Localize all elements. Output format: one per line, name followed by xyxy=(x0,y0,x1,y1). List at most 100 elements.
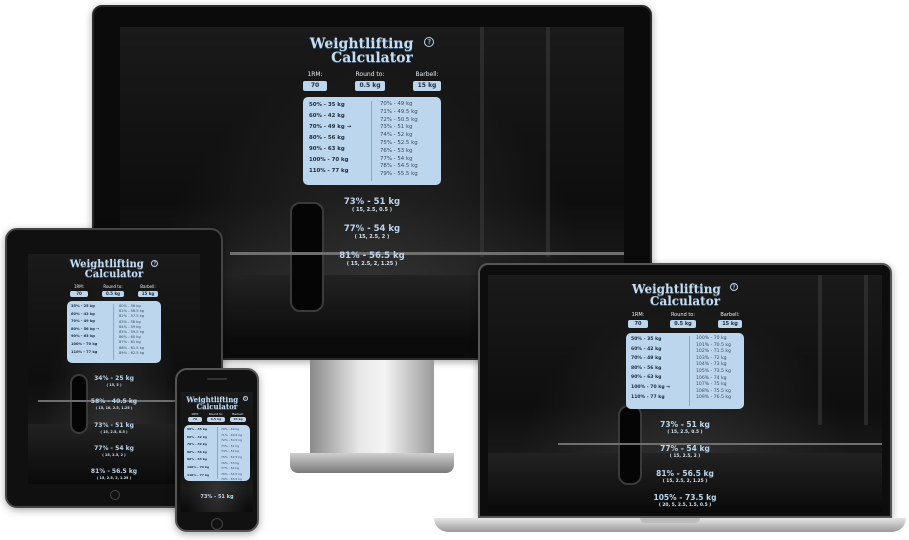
fine-percent-item[interactable]: 76% - 53 kg xyxy=(221,461,242,465)
coarse-percent-item[interactable]: 110% - 77 kg xyxy=(71,350,113,354)
phone-home-button[interactable] xyxy=(211,518,223,530)
phone-device: Weightlifting ? Calculator 1RM: 70 Round… xyxy=(175,368,259,532)
fine-percent-item[interactable]: 77% - 54 kg xyxy=(221,466,242,470)
orm-label: 1RM: xyxy=(191,412,199,416)
fine-percent-item[interactable]: 71% - 49.5 kg xyxy=(380,109,418,115)
fine-percent-item[interactable]: 107% - 75 kg xyxy=(696,382,731,387)
fine-percent-item[interactable]: 78% - 54.5 kg xyxy=(380,163,418,169)
fine-percent-item[interactable]: 72% - 50.5 kg xyxy=(221,438,242,442)
question-circle-icon[interactable]: ? xyxy=(151,260,159,267)
coarse-percent-item[interactable]: 100% - 70 kg xyxy=(187,465,217,469)
coarse-percent-item[interactable]: 110% - 77 kg xyxy=(187,473,217,477)
question-circle-icon[interactable]: ? xyxy=(242,396,248,401)
fine-percent-item[interactable]: 76% - 53 kg xyxy=(380,148,418,154)
round-select[interactable]: 0.5 kg xyxy=(102,291,124,297)
result-plate-breakdown: ( 15, 2.5, 2 ) xyxy=(354,233,390,240)
fine-percent-item[interactable]: 108% - 75.5 kg xyxy=(696,389,731,394)
fine-percent-item[interactable]: 70% - 49 kg xyxy=(221,427,242,431)
fine-percent-item[interactable]: 105% - 73.5 kg xyxy=(696,369,731,374)
fine-percent-item[interactable]: 88% - 61.5 kg xyxy=(119,346,144,350)
coarse-percent-item[interactable]: 100% - 70 kg xyxy=(71,342,113,346)
fine-percent-item[interactable]: 74% - 52 kg xyxy=(221,449,242,453)
fine-percent-item[interactable]: 73% - 51 kg xyxy=(380,124,418,130)
round-select[interactable]: 0.5 kg xyxy=(355,81,385,91)
coarse-percent-item[interactable]: 80% - 56 kg → xyxy=(71,327,113,331)
coarse-percent-item[interactable]: 70% - 49 kg xyxy=(71,319,113,323)
coarse-percent-item[interactable]: 50% - 35 kg xyxy=(187,427,217,431)
coarse-percent-item[interactable]: 100% - 70 kg → xyxy=(631,385,689,390)
coarse-percent-item[interactable]: 70% - 49 kg → xyxy=(309,124,371,130)
coarse-percent-item[interactable]: 70% - 49 kg xyxy=(187,442,217,446)
tablet-home-button[interactable] xyxy=(110,490,120,500)
coarse-percent-item[interactable]: 90% - 63 kg xyxy=(71,334,113,338)
barbell-select[interactable]: 15 kg xyxy=(230,417,246,422)
coarse-percent-item[interactable]: 90% - 63 kg xyxy=(187,457,217,461)
result-item: 73% - 51 kg( 15, 2.5, 0.5 ) xyxy=(91,414,137,434)
fine-percent-item[interactable]: 78% - 54.5 kg xyxy=(221,472,242,476)
coarse-percent-item[interactable]: 60% - 42 kg xyxy=(71,312,113,316)
fine-percent-item[interactable]: 70% - 49 kg xyxy=(380,101,418,107)
result-plate-breakdown: ( 15, 2.5, 2 ) xyxy=(102,452,126,457)
coarse-percent-item[interactable]: 80% - 56 kg xyxy=(631,366,689,371)
orm-label: 1RM: xyxy=(631,312,645,318)
coarse-percent-item[interactable]: 50% - 35 kg xyxy=(309,102,371,108)
coarse-percent-item[interactable]: 90% - 63 kg xyxy=(631,375,689,380)
result-item: 58% - 40.5 kg( 15, 10, 2.5, 1.25 ) xyxy=(91,390,137,410)
orm-input[interactable]: 70 xyxy=(188,417,202,422)
fine-percent-item[interactable]: 79% - 55.5 kg xyxy=(380,171,418,177)
fine-percent-item[interactable]: 89% - 62.5 kg xyxy=(119,351,144,355)
fine-percent-item[interactable]: 103% - 72 kg xyxy=(696,356,731,361)
question-circle-icon[interactable]: ? xyxy=(730,283,739,291)
fine-percent-item[interactable]: 101% - 70.5 kg xyxy=(696,343,731,348)
result-plate-breakdown: ( 15, 2.5, 2, 1.25 ) xyxy=(346,260,398,267)
orm-input[interactable]: 70 xyxy=(628,320,648,328)
fine-percent-item[interactable]: 72% - 50.5 kg xyxy=(380,117,418,123)
round-label: Round to: xyxy=(208,412,224,416)
fine-percent-item[interactable]: 79% - 55.5 kg xyxy=(221,477,242,481)
fine-percent-item[interactable]: 109% - 76.5 kg xyxy=(696,395,731,400)
fine-percent-item[interactable]: 71% - 49.5 kg xyxy=(221,433,242,437)
fine-percent-item[interactable]: 86% - 60 kg xyxy=(119,335,144,339)
fine-percent-item[interactable]: 80% - 56 kg xyxy=(119,304,144,308)
fine-percent-item[interactable]: 100% - 70 kg xyxy=(696,336,731,341)
fine-percent-item[interactable]: 102% - 71.5 kg xyxy=(696,349,731,354)
fine-percent-item[interactable]: 84% - 59 kg xyxy=(119,325,144,329)
fine-percent-item[interactable]: 74% - 52 kg xyxy=(380,132,418,138)
barbell-control: Barbell: 15 kg xyxy=(138,284,158,297)
fine-percent-item[interactable]: 77% - 54 kg xyxy=(380,156,418,162)
coarse-percent-item[interactable]: 60% - 42 kg xyxy=(631,347,689,352)
coarse-percent-item[interactable]: 50% - 35 kg xyxy=(631,337,689,342)
round-select[interactable]: 0.5 kg xyxy=(207,417,225,422)
orm-input[interactable]: 70 xyxy=(70,291,88,297)
fine-percent-item[interactable]: 83% - 58 kg xyxy=(119,320,144,324)
coarse-percent-item[interactable]: 60% - 42 kg xyxy=(187,435,217,439)
coarse-percent-item[interactable]: 110% - 77 kg xyxy=(309,168,371,174)
fine-percent-item[interactable]: 75% - 52.5 kg xyxy=(221,455,242,459)
question-circle-icon[interactable]: ? xyxy=(424,37,435,47)
result-percent-weight: 77% - 54 kg xyxy=(660,444,710,454)
fine-percent-item[interactable]: 85% - 59.5 kg xyxy=(119,330,144,334)
fine-percent-item[interactable]: 81% - 56.5 kg xyxy=(119,309,144,313)
coarse-percent-item[interactable]: 100% - 70 kg xyxy=(309,157,371,163)
coarse-percent-item[interactable]: 60% - 42 kg xyxy=(309,113,371,119)
barbell-select[interactable]: 15 kg xyxy=(138,291,158,297)
barbell-select[interactable]: 15 kg xyxy=(718,320,742,328)
fine-percent-item[interactable]: 104% - 73 kg xyxy=(696,362,731,367)
fine-percent-item[interactable]: 73% - 51 kg xyxy=(221,444,242,448)
fine-percent-item[interactable]: 75% - 52.5 kg xyxy=(380,140,418,146)
barbell-select[interactable]: 15 kg xyxy=(413,81,441,91)
result-percent-weight: 73% - 51 kg xyxy=(200,494,234,500)
phone-speaker xyxy=(207,378,227,380)
result-item: 81% - 56.5 kg( 15, 2.5, 2, 1.25 ) xyxy=(91,460,137,480)
coarse-percent-item[interactable]: 80% - 56 kg xyxy=(187,450,217,454)
coarse-percent-item[interactable]: 110% - 77 kg xyxy=(631,395,689,400)
fine-percent-item[interactable]: 106% - 74 kg xyxy=(696,376,731,381)
coarse-percent-item[interactable]: 70% - 49 kg xyxy=(631,356,689,361)
fine-percent-item[interactable]: 87% - 61 kg xyxy=(119,340,144,344)
coarse-percent-item[interactable]: 90% - 63 kg xyxy=(309,146,371,152)
orm-input[interactable]: 70 xyxy=(303,81,327,91)
round-select[interactable]: 0.5 kg xyxy=(670,320,696,328)
coarse-percent-item[interactable]: 35% - 25 kg xyxy=(71,304,113,308)
fine-percent-item[interactable]: 82% - 57.5 kg xyxy=(119,314,144,318)
coarse-percent-item[interactable]: 80% - 56 kg xyxy=(309,135,371,141)
